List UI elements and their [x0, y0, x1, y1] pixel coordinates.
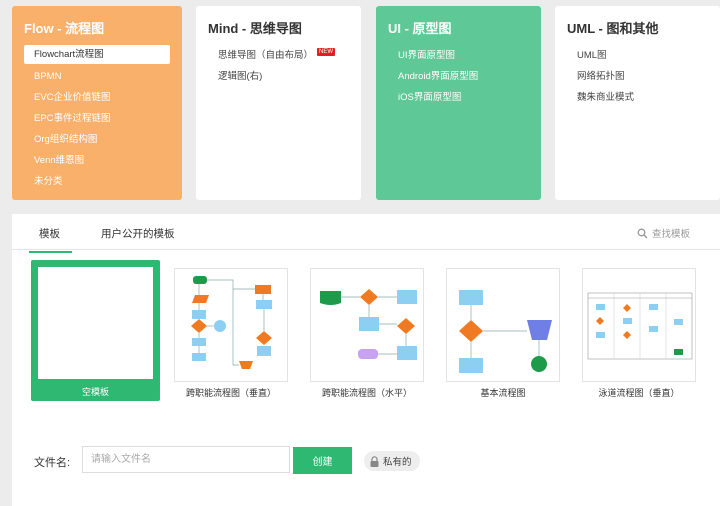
category-flow-item-evc[interactable]: EVC企业价值链图 [24, 87, 182, 108]
category-ui[interactable]: UI - 原型图 UI界面原型图 Android界面原型图 iOS界面原型图 [376, 6, 541, 200]
template-thumbnail-blank [38, 267, 153, 379]
category-uml-title[interactable]: UML - 图和其他 [567, 18, 720, 37]
category-mind-item-logic[interactable]: 逻辑图(右) [208, 66, 361, 87]
template-panel: 模板 用户公开的模板 查找模板 空模板 跨职能流程图（垂直） 跨职能流程图（水平… [12, 214, 720, 506]
template-thumbnail-swimlane-vertical [582, 268, 696, 382]
category-flow[interactable]: Flow - 流程图 Flowchart流程图 BPMN EVC企业价值链图 E… [12, 6, 182, 200]
category-ui-item-ui[interactable]: UI界面原型图 [388, 45, 541, 66]
category-ui-item-ios[interactable]: iOS界面原型图 [388, 87, 541, 108]
create-file-bar: 文件名: 创建 私有的 [12, 444, 720, 484]
template-thumbnail-cross-vertical [174, 268, 288, 382]
category-flow-item-venn[interactable]: Venn维恩图 [24, 150, 182, 171]
tab-templates[interactable]: 模板 [29, 226, 72, 253]
filename-label: 文件名: [34, 457, 71, 469]
template-card-cross-vertical[interactable]: 跨职能流程图（垂直） [174, 260, 300, 402]
category-uml-item-business[interactable]: 魏朱商业模式 [567, 87, 720, 108]
search-icon [637, 228, 648, 238]
template-name-cross-horizontal: 跨职能流程图（水平） [321, 388, 412, 398]
category-mind[interactable]: Mind - 思维导图 思维导图（自由布局） NEW 逻辑图(右) [196, 6, 361, 200]
template-name-blank: 空模板 [81, 387, 109, 397]
category-ui-item-android[interactable]: Android界面原型图 [388, 66, 541, 87]
lock-icon [370, 455, 379, 467]
search-templates[interactable]: 查找模板 [637, 226, 690, 240]
create-button[interactable]: 创建 [293, 447, 352, 474]
category-flow-item-bpmn[interactable]: BPMN [24, 66, 182, 87]
template-card-basic[interactable]: 基本流程图 [446, 260, 572, 402]
category-uml-item-network[interactable]: 网络拓扑图 [567, 66, 720, 87]
category-flow-item-uncategorized[interactable]: 未分类 [24, 171, 182, 192]
private-label: 私有的 [383, 457, 412, 468]
category-flow-item-epc[interactable]: EPC事件过程链图 [24, 108, 182, 129]
new-badge: NEW [317, 48, 336, 56]
filename-input[interactable] [82, 446, 290, 473]
category-ui-title[interactable]: UI - 原型图 [388, 18, 541, 37]
template-card-cross-horizontal[interactable]: 跨职能流程图（水平） [310, 260, 436, 402]
template-tabs: 模板 用户公开的模板 查找模板 [12, 214, 720, 253]
template-thumbnail-basic [446, 268, 560, 382]
category-uml-item-uml[interactable]: UML图 [567, 45, 720, 66]
template-card-swimlane-vertical[interactable]: 泳道流程图（垂直） [582, 260, 708, 402]
tab-public-templates[interactable]: 用户公开的模板 [101, 226, 175, 241]
category-row: Flow - 流程图 Flowchart流程图 BPMN EVC企业价值链图 E… [12, 6, 720, 200]
template-name-basic: 基本流程图 [480, 388, 526, 398]
category-flow-item-org[interactable]: Org组织结构图 [24, 129, 182, 150]
category-flow-item-flowchart[interactable]: Flowchart流程图 [24, 45, 170, 64]
category-flow-title[interactable]: Flow - 流程图 [24, 18, 182, 37]
search-label: 查找模板 [651, 229, 690, 240]
category-mind-item-mindmap-label: 思维导图（自由布局） [218, 50, 314, 61]
template-name-swimlane-vertical: 泳道流程图（垂直） [598, 388, 680, 398]
category-uml[interactable]: UML - 图和其他 UML图 网络拓扑图 魏朱商业模式 [555, 6, 720, 200]
category-mind-item-mindmap[interactable]: 思维导图（自由布局） NEW [208, 45, 361, 66]
template-name-cross-vertical: 跨职能流程图（垂直） [185, 388, 276, 398]
template-card-blank[interactable]: 空模板 [31, 260, 160, 401]
private-toggle[interactable]: 私有的 [364, 451, 420, 471]
template-thumbnail-cross-horizontal [310, 268, 424, 382]
category-mind-title[interactable]: Mind - 思维导图 [208, 18, 361, 37]
